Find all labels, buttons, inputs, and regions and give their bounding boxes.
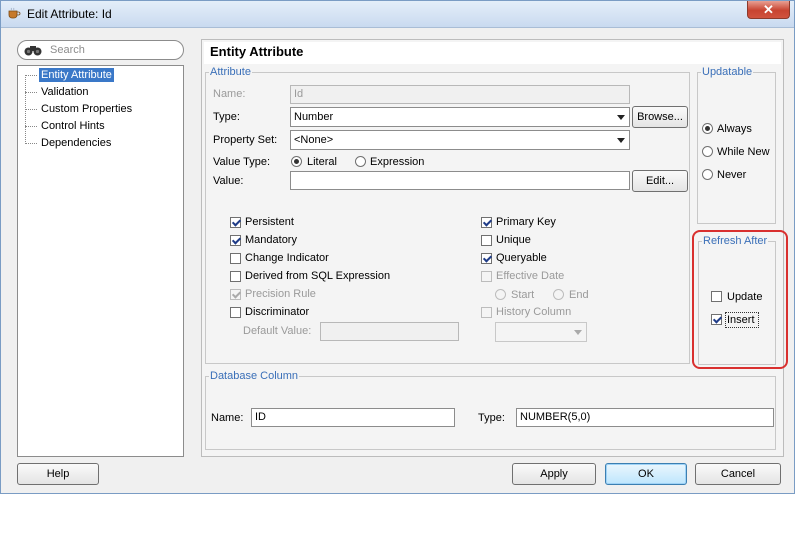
primary-key-checkbox[interactable] <box>481 217 492 228</box>
mandatory-label: Mandatory <box>245 234 297 246</box>
name-field: Id <box>290 85 630 104</box>
apply-button[interactable]: Apply <box>512 463 596 485</box>
db-name-field[interactable]: ID <box>251 408 455 427</box>
precision-rule-checkbox <box>230 289 241 300</box>
end-radio <box>553 289 564 300</box>
navigation-tree: Entity Attribute Validation Custom Prope… <box>17 65 184 457</box>
change-indicator-label: Change Indicator <box>245 252 329 264</box>
browse-button[interactable]: Browse... <box>632 106 688 128</box>
database-column-legend: Database Column <box>210 370 299 382</box>
db-type-field[interactable]: NUMBER(5,0) <box>516 408 774 427</box>
literal-radio[interactable] <box>291 156 302 167</box>
discriminator-checkbox[interactable] <box>230 307 241 318</box>
default-value-label: Default Value: <box>243 325 312 337</box>
expression-label: Expression <box>370 156 425 168</box>
db-type-label: Type: <box>478 412 505 424</box>
expression-radio[interactable] <box>355 156 366 167</box>
chevron-down-icon <box>617 138 625 143</box>
edit-button[interactable]: Edit... <box>632 170 688 192</box>
search-placeholder: Search <box>50 44 85 56</box>
start-radio <box>495 289 506 300</box>
db-name-label: Name: <box>211 412 244 424</box>
name-label: Name: <box>213 88 246 100</box>
end-label: End <box>569 289 589 301</box>
help-button[interactable]: Help <box>17 463 99 485</box>
page-title: Entity Attribute <box>210 44 304 59</box>
page-title-bar: Entity Attribute <box>204 42 781 64</box>
value-type-label: Value Type: <box>213 156 271 168</box>
never-radio[interactable] <box>702 169 713 180</box>
history-column-select <box>495 322 587 342</box>
chevron-down-icon <box>574 330 582 335</box>
updatable-legend: Updatable <box>702 66 753 78</box>
type-select[interactable]: Number <box>290 107 630 127</box>
derived-sql-label: Derived from SQL Expression <box>245 270 391 282</box>
window-title: Edit Attribute: Id <box>27 7 112 21</box>
never-label: Never <box>717 169 747 181</box>
history-column-checkbox <box>481 307 492 318</box>
tree-item-label: Control Hints <box>41 120 105 132</box>
persistent-checkbox[interactable] <box>230 217 241 228</box>
while-new-radio[interactable] <box>702 146 713 157</box>
search-field[interactable]: Search <box>17 40 184 60</box>
effective-date-checkbox <box>481 271 492 282</box>
tree-item-label: Dependencies <box>41 137 112 149</box>
tree-item-label: Validation <box>41 86 89 98</box>
type-select-value: Number <box>294 111 334 123</box>
tree-item-label: Custom Properties <box>41 103 133 115</box>
property-set-label: Property Set: <box>213 134 278 146</box>
type-label: Type: <box>213 111 240 123</box>
mandatory-checkbox[interactable] <box>230 235 241 246</box>
property-set-select[interactable]: <None> <box>290 130 630 150</box>
tree-item-label: Entity Attribute <box>39 68 114 82</box>
cancel-button[interactable]: Cancel <box>695 463 781 485</box>
chevron-down-icon <box>617 115 625 120</box>
change-indicator-checkbox[interactable] <box>230 253 241 264</box>
persistent-label: Persistent <box>245 216 294 228</box>
always-radio[interactable] <box>702 123 713 134</box>
property-set-select-value: <None> <box>294 134 334 146</box>
primary-key-label: Primary Key <box>496 216 556 228</box>
literal-label: Literal <box>307 156 337 168</box>
value-label: Value: <box>213 175 244 187</box>
edit-attribute-dialog: Edit Attribute: Id ✕ Search Entity Attri… <box>0 0 795 494</box>
always-label: Always <box>717 123 752 135</box>
unique-checkbox[interactable] <box>481 235 492 246</box>
effective-date-label: Effective Date <box>496 270 565 282</box>
queryable-checkbox[interactable] <box>481 253 492 264</box>
ok-button[interactable]: OK <box>605 463 687 485</box>
precision-rule-label: Precision Rule <box>245 288 316 300</box>
value-field[interactable] <box>290 171 630 190</box>
annotation-highlight <box>692 230 788 369</box>
binoculars-icon <box>24 46 42 56</box>
title-bar: Edit Attribute: Id ✕ <box>1 1 794 28</box>
discriminator-label: Discriminator <box>245 306 310 318</box>
derived-sql-checkbox[interactable] <box>230 271 241 282</box>
queryable-label: Queryable <box>496 252 547 264</box>
unique-label: Unique <box>496 234 531 246</box>
start-label: Start <box>511 289 535 301</box>
default-value-field <box>320 322 459 341</box>
close-button[interactable]: ✕ <box>747 1 790 19</box>
history-column-label: History Column <box>496 306 572 318</box>
attribute-legend: Attribute <box>210 66 251 78</box>
coffee-cup-icon <box>8 7 21 19</box>
while-new-label: While New <box>717 146 770 158</box>
